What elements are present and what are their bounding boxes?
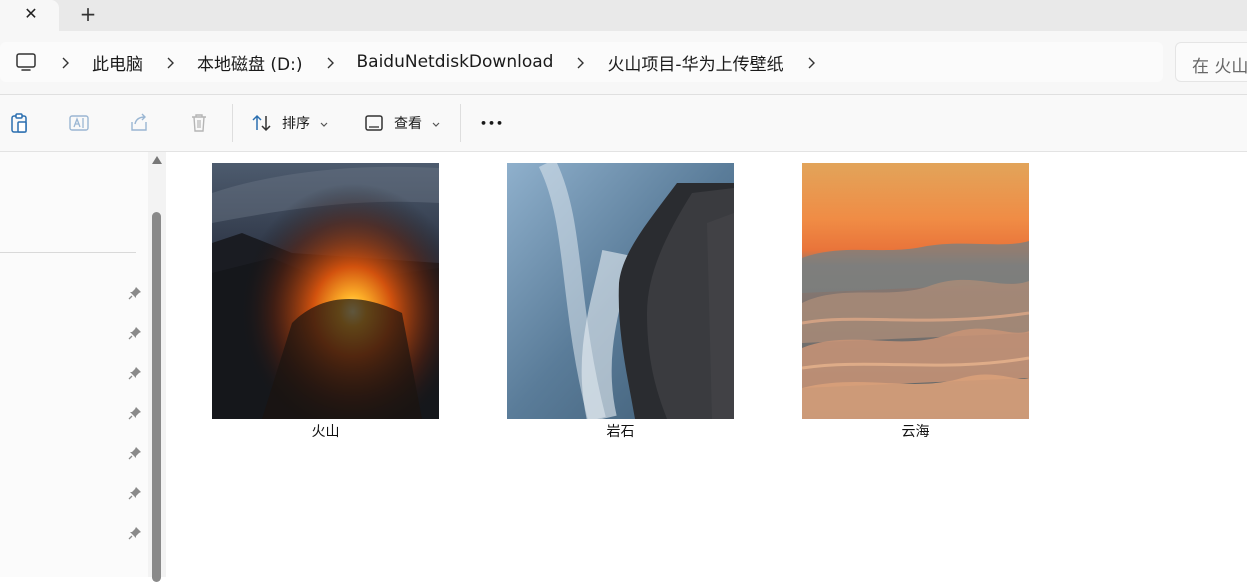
scroll-thumb[interactable] [152, 212, 161, 582]
pin-icon[interactable] [128, 405, 142, 420]
chevron-down-icon [431, 118, 441, 128]
breadcrumb-current-folder[interactable]: 火山项目-华为上传壁纸 [607, 50, 783, 75]
file-item[interactable]: 岩石 [507, 163, 734, 441]
sort-label: 排序 [282, 116, 310, 132]
file-view: 火山 岩石 云海 [166, 152, 1247, 577]
active-tab[interactable]: ✕ [0, 0, 59, 31]
view-icon [364, 113, 384, 133]
tab-strip: ✕ + [0, 0, 1247, 31]
share-icon[interactable] [128, 112, 150, 134]
file-thumbnail-volcano [212, 163, 439, 419]
pin-icon[interactable] [128, 485, 142, 500]
sort-button[interactable]: 排序 [251, 109, 329, 137]
address-row: 此电脑 本地磁盘 (D:) BaiduNetdiskDownload 火山项目-… [0, 31, 1247, 95]
pin-icon[interactable] [128, 525, 142, 540]
nav-divider [0, 252, 136, 253]
delete-icon[interactable] [188, 112, 210, 134]
pin-icon[interactable] [128, 285, 142, 300]
pin-icon[interactable] [128, 325, 142, 340]
close-tab-button[interactable]: ✕ [22, 5, 40, 23]
pin-icon[interactable] [128, 445, 142, 460]
toolbar-divider [232, 104, 233, 142]
scroll-up-arrow-icon[interactable] [152, 156, 162, 164]
view-label: 查看 [394, 116, 422, 132]
toolbar-divider [460, 104, 461, 142]
chevron-down-icon [319, 118, 329, 128]
file-thumbnail-clouds [802, 163, 1029, 419]
view-button[interactable]: 查看 [364, 109, 441, 137]
nav-scrollbar[interactable] [148, 152, 166, 582]
file-name[interactable]: 火山 [212, 421, 439, 441]
file-name[interactable]: 云海 [802, 421, 1029, 441]
search-placeholder: 在 火山 [1192, 57, 1247, 77]
chevron-right-icon[interactable] [323, 55, 337, 69]
chevron-right-icon[interactable] [58, 55, 72, 69]
navigation-pane [0, 152, 148, 577]
file-name[interactable]: 岩石 [507, 421, 734, 441]
more-options-button[interactable]: ••• [480, 109, 504, 137]
pin-icon[interactable] [128, 365, 142, 380]
command-bar: 排序 查看 ••• [0, 95, 1247, 152]
breadcrumb-local-disk[interactable]: 本地磁盘 (D:) [197, 50, 303, 75]
breadcrumb-this-pc[interactable]: 此电脑 [92, 50, 143, 75]
chevron-right-icon[interactable] [573, 55, 587, 69]
breadcrumb: 此电脑 本地磁盘 (D:) BaiduNetdiskDownload 火山项目-… [14, 42, 838, 82]
sort-icon [251, 112, 273, 134]
rename-icon[interactable] [68, 112, 90, 134]
search-input[interactable]: 在 火山 [1175, 42, 1247, 82]
this-pc-icon[interactable] [14, 50, 38, 74]
paste-icon[interactable] [8, 112, 30, 134]
file-item[interactable]: 火山 [212, 163, 439, 441]
breadcrumb-baidu-download[interactable]: BaiduNetdiskDownload [357, 52, 554, 72]
address-bar[interactable]: 此电脑 本地磁盘 (D:) BaiduNetdiskDownload 火山项目-… [0, 42, 1163, 82]
new-tab-button[interactable]: + [78, 4, 98, 24]
file-item[interactable]: 云海 [802, 163, 1029, 441]
file-thumbnail-rocks [507, 163, 734, 419]
chevron-right-icon[interactable] [163, 55, 177, 69]
chevron-right-icon[interactable] [804, 55, 818, 69]
